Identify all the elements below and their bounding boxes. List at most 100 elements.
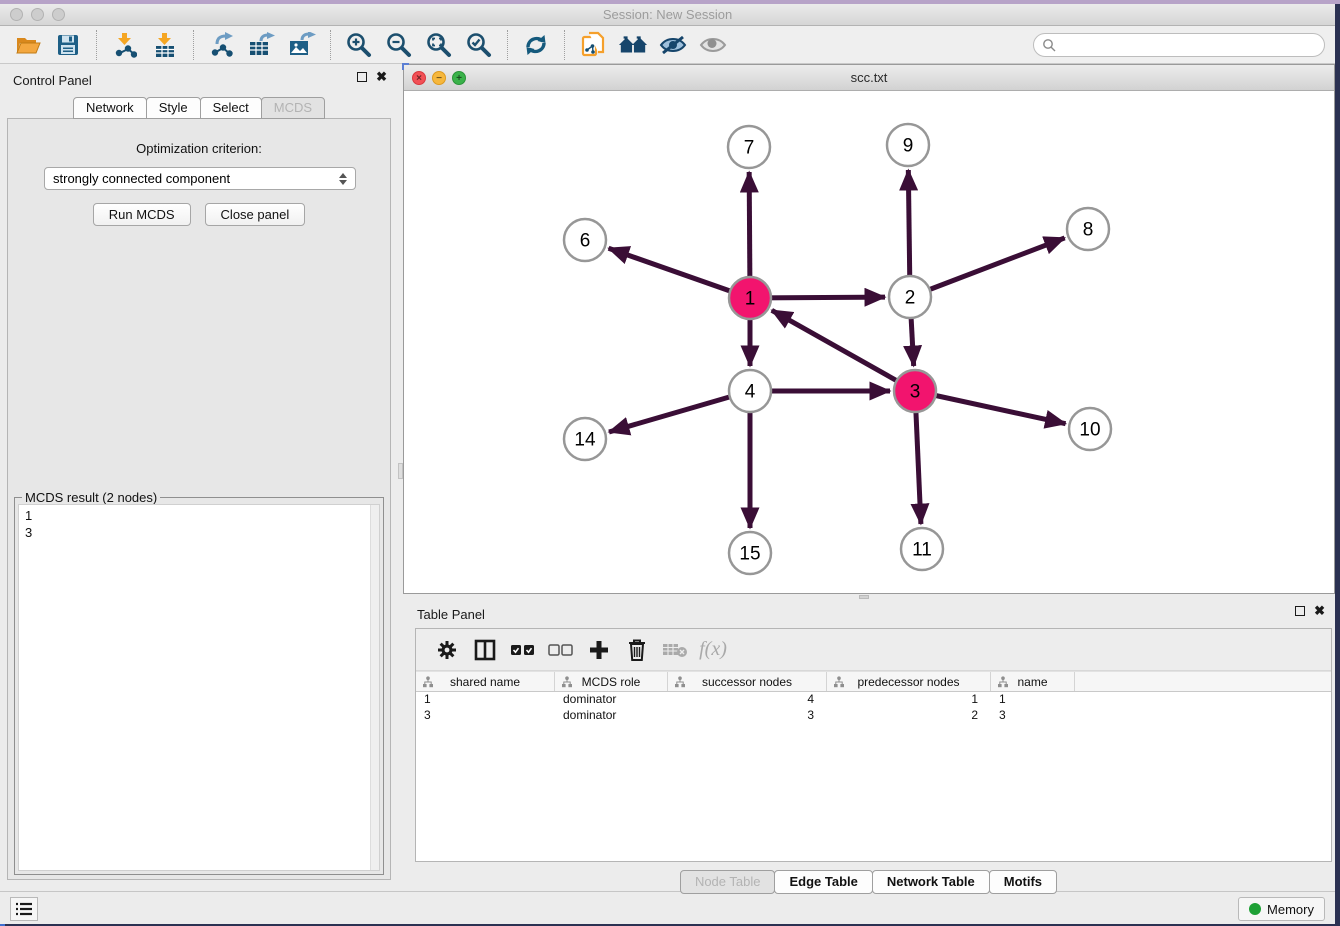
result-scrollbar[interactable]: [370, 505, 379, 870]
first-neighbors-icon[interactable]: [618, 30, 648, 60]
export-image-icon[interactable]: [287, 30, 317, 60]
zoom-in-icon[interactable]: [344, 30, 374, 60]
search-field[interactable]: [1033, 33, 1325, 57]
mcds-result-title: MCDS result (2 nodes): [22, 490, 160, 505]
main-toolbar: [0, 26, 1335, 64]
tab-network[interactable]: Network: [73, 97, 147, 119]
node-10[interactable]: 10: [1069, 408, 1111, 450]
table-cell[interactable]: 3: [416, 708, 555, 724]
column-header-predecessor-nodes[interactable]: predecessor nodes: [827, 672, 991, 691]
table-cell[interactable]: 2: [827, 708, 991, 724]
tab-style[interactable]: Style: [146, 97, 201, 119]
edge-3-1[interactable]: [772, 310, 915, 391]
import-table-icon[interactable]: [150, 30, 180, 60]
column-header-shared-name[interactable]: shared name: [416, 672, 555, 691]
node-3[interactable]: 3: [894, 370, 936, 412]
shared-column-icon: [674, 676, 686, 691]
task-history-button[interactable]: [10, 897, 38, 921]
table-cell[interactable]: dominator: [555, 692, 668, 708]
shared-column-icon: [833, 676, 845, 691]
show-columns-icon[interactable]: [471, 636, 499, 664]
mcds-tab-content: Optimization criterion: strongly connect…: [7, 118, 391, 880]
export-network-icon[interactable]: [207, 30, 237, 60]
optimization-criterion-dropdown[interactable]: strongly connected component: [44, 167, 356, 190]
splitter-grip[interactable]: [859, 595, 869, 599]
delete-rows-icon[interactable]: [623, 636, 651, 664]
export-table-icon[interactable]: [247, 30, 277, 60]
svg-text:4: 4: [745, 382, 756, 403]
add-row-icon[interactable]: [585, 636, 613, 664]
save-session-icon[interactable]: [53, 30, 83, 60]
close-panel-icon[interactable]: ✖: [376, 72, 387, 82]
node-8[interactable]: 8: [1067, 208, 1109, 250]
refresh-layout-icon[interactable]: [521, 30, 551, 60]
search-input[interactable]: [1056, 38, 1324, 52]
table-row[interactable]: 1dominator411: [416, 692, 1331, 708]
svg-text:6: 6: [580, 231, 591, 252]
delete-table-icon[interactable]: [661, 636, 689, 664]
zoom-out-icon[interactable]: [384, 30, 414, 60]
float-panel-icon[interactable]: [1295, 606, 1305, 616]
table-body: 1dominator4113dominator323: [416, 692, 1331, 724]
tab-node-table[interactable]: Node Table: [680, 870, 776, 894]
show-all-icon[interactable]: [698, 30, 728, 60]
node-table: f(x) shared nameMCDS rolesuccessor nodes…: [415, 628, 1332, 862]
table-settings-icon[interactable]: [433, 636, 461, 664]
tab-mcds[interactable]: MCDS: [261, 97, 325, 119]
zoom-selected-icon[interactable]: [464, 30, 494, 60]
node-9[interactable]: 9: [887, 124, 929, 166]
table-cell[interactable]: 1: [416, 692, 555, 708]
table-panel: Table Panel ✖: [403, 600, 1335, 891]
float-panel-icon[interactable]: [357, 72, 367, 82]
table-cell[interactable]: 3: [668, 708, 827, 724]
column-header-successor-nodes[interactable]: successor nodes: [668, 672, 827, 691]
table-cell[interactable]: dominator: [555, 708, 668, 724]
edge-3-10[interactable]: [915, 391, 1066, 424]
run-mcds-button[interactable]: Run MCDS: [93, 203, 191, 226]
network-canvas[interactable]: 7 9 6 8 1 2 4 3 14 10 15 11: [404, 91, 1334, 593]
table-cell[interactable]: 3: [991, 708, 1075, 724]
table-row[interactable]: 3dominator323: [416, 708, 1331, 724]
tab-edge-table[interactable]: Edge Table: [774, 870, 872, 894]
table-header-row: shared nameMCDS rolesuccessor nodesprede…: [416, 671, 1331, 692]
node-15[interactable]: 15: [729, 532, 771, 574]
chevron-updown-icon: [339, 173, 347, 185]
edge-2-8[interactable]: [910, 238, 1065, 297]
search-icon: [1042, 38, 1056, 52]
node-4[interactable]: 4: [729, 370, 771, 412]
close-panel-icon[interactable]: ✖: [1314, 606, 1325, 616]
hide-selected-icon[interactable]: [658, 30, 688, 60]
clone-network-icon[interactable]: [578, 30, 608, 60]
splitter-grip[interactable]: [398, 463, 403, 479]
tab-select[interactable]: Select: [200, 97, 262, 119]
node-6[interactable]: 6: [564, 219, 606, 261]
mcds-result-area[interactable]: 1 3: [18, 504, 380, 871]
zoom-fit-icon[interactable]: [424, 30, 454, 60]
node-2[interactable]: 2: [889, 276, 931, 318]
node-1[interactable]: 1: [729, 277, 771, 319]
window-titlebar: Session: New Session: [0, 4, 1335, 26]
tab-network-table[interactable]: Network Table: [872, 870, 990, 894]
column-header-name[interactable]: name: [991, 672, 1075, 691]
unselect-all-icon[interactable]: [547, 636, 575, 664]
edge-1-6[interactable]: [609, 248, 750, 298]
node-7[interactable]: 7: [728, 126, 770, 168]
memory-button[interactable]: Memory: [1238, 897, 1325, 921]
tab-motifs[interactable]: Motifs: [989, 870, 1057, 894]
svg-text:1: 1: [745, 289, 756, 310]
open-session-icon[interactable]: [13, 30, 43, 60]
select-all-icon[interactable]: [509, 636, 537, 664]
import-network-icon[interactable]: [110, 30, 140, 60]
node-11[interactable]: 11: [901, 528, 943, 570]
status-bar: Memory: [0, 891, 1335, 924]
apply-function-icon[interactable]: f(x): [699, 636, 727, 664]
node-14[interactable]: 14: [564, 418, 606, 460]
network-window-titlebar[interactable]: × − + scc.txt: [404, 65, 1334, 91]
table-cell[interactable]: 1: [991, 692, 1075, 708]
close-panel-button[interactable]: Close panel: [205, 203, 306, 226]
table-cell[interactable]: 1: [827, 692, 991, 708]
svg-text:15: 15: [739, 544, 760, 565]
table-cell[interactable]: 4: [668, 692, 827, 708]
shared-column-icon: [422, 676, 434, 691]
column-header-MCDS-role[interactable]: MCDS role: [555, 672, 668, 691]
